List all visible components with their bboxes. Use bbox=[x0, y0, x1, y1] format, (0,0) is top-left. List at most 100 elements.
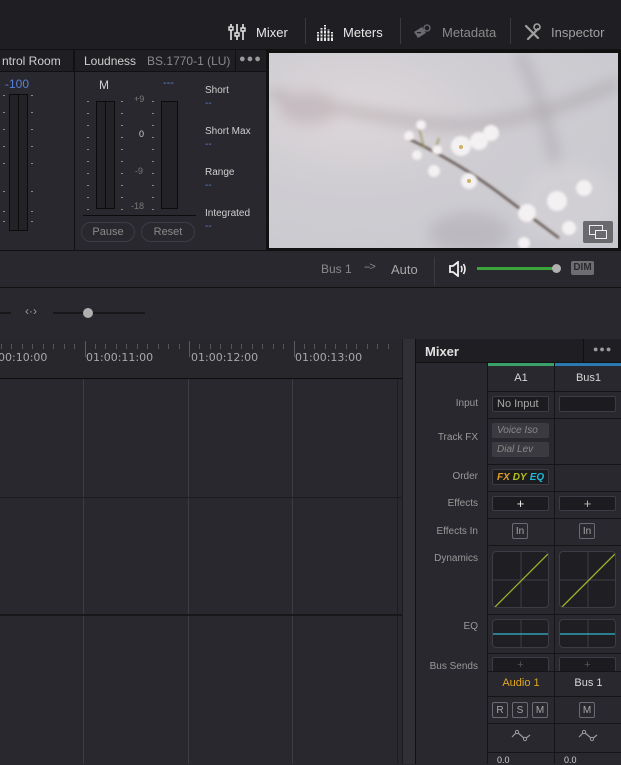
zoom-slider-knob[interactable] bbox=[82, 308, 93, 318]
meter-tick bbox=[3, 112, 5, 113]
timeline-vertical-scrollbar[interactable] bbox=[402, 339, 415, 764]
loudness-title: Loudness bbox=[84, 53, 137, 68]
meter-tick bbox=[152, 173, 154, 174]
dynamics-graph-bus1[interactable] bbox=[559, 551, 616, 608]
toolbar-metadata-button[interactable]: Metadata bbox=[412, 18, 496, 46]
ruler-tick bbox=[147, 344, 149, 349]
row-label-track-fx: Track FX bbox=[437, 432, 478, 443]
meter-tick bbox=[3, 129, 5, 130]
ruler-tick bbox=[189, 341, 190, 357]
timecode-label: 01:00:12:00 bbox=[191, 351, 259, 364]
effects-in-toggle-a1[interactable]: In bbox=[512, 523, 528, 539]
meter-tick bbox=[152, 149, 154, 150]
loudness-integrated-value: -- bbox=[205, 221, 212, 232]
add-effect-button-a1[interactable]: + bbox=[492, 496, 549, 511]
bus-send-add-a1[interactable]: + bbox=[492, 657, 549, 671]
channel-header-bus1[interactable]: Bus1 bbox=[555, 372, 621, 384]
meter-tick bbox=[121, 113, 123, 114]
meter-tick bbox=[87, 137, 89, 138]
meters-bars-icon bbox=[317, 25, 333, 41]
input-select-a1[interactable]: No Input bbox=[492, 396, 549, 412]
dynamics-graph-a1[interactable] bbox=[492, 551, 549, 608]
meter-tick bbox=[121, 125, 123, 126]
ruler-tick bbox=[283, 344, 285, 349]
ruler-tick bbox=[387, 344, 389, 349]
monitor-mode-label[interactable]: Auto bbox=[391, 262, 418, 277]
meter-tick bbox=[3, 211, 5, 212]
ruler-tick bbox=[324, 344, 326, 349]
timeline[interactable]: 00:10:00 01:00:11:00 01:00:12:00 01:00:1… bbox=[0, 339, 402, 764]
monitor-volume-slider[interactable] bbox=[477, 264, 562, 273]
toolbar-inspector-button[interactable]: Inspector bbox=[523, 18, 604, 46]
meter-tick bbox=[121, 161, 123, 162]
meter-tick bbox=[121, 137, 123, 138]
meter-tick bbox=[152, 197, 154, 198]
automation-curve-icon[interactable] bbox=[511, 729, 531, 743]
speaker-volume-icon[interactable] bbox=[449, 261, 467, 277]
control-room-title: ntrol Room bbox=[2, 53, 61, 68]
ruler-tick bbox=[32, 344, 34, 349]
eq-graph-a1[interactable] bbox=[492, 619, 549, 648]
ruler-tick bbox=[314, 344, 316, 349]
processing-order-button[interactable]: FX DY EQ bbox=[492, 469, 549, 485]
loudness-integrated-label: Integrated bbox=[205, 208, 251, 219]
loudness-short-value: -- bbox=[205, 98, 212, 109]
timecode-label: 01:00:13:00 bbox=[295, 351, 363, 364]
video-viewer[interactable] bbox=[266, 50, 621, 250]
meter-tick bbox=[87, 113, 89, 114]
meters-panel: ntrol Room -100 Loudness BS.1770-1 (LU) … bbox=[0, 50, 266, 250]
meter-tick bbox=[152, 125, 154, 126]
timeline-zoom-bar: ‹·› bbox=[0, 289, 621, 339]
bus-send-add-bus1[interactable]: + bbox=[559, 657, 616, 671]
ruler-tick bbox=[335, 344, 337, 349]
input-select-bus1[interactable] bbox=[559, 396, 616, 412]
loudness-more-dots-icon[interactable]: ●●● bbox=[239, 53, 262, 65]
picture-in-picture-icon[interactable] bbox=[583, 221, 613, 243]
record-arm-button[interactable]: R bbox=[492, 702, 508, 718]
loudness-standard-select[interactable]: BS.1770-1 (LU) bbox=[147, 54, 230, 68]
solo-button[interactable]: S bbox=[512, 702, 528, 718]
ruler-tick bbox=[21, 344, 23, 349]
ruler-tick bbox=[11, 344, 13, 349]
track-fx-slot[interactable]: Dial Lev bbox=[492, 442, 549, 457]
effects-in-toggle-bus1[interactable]: In bbox=[579, 523, 595, 539]
loudness-short-max-label: Short Max bbox=[205, 126, 251, 137]
channel-color-bus1 bbox=[555, 363, 621, 366]
mixer-title: Mixer bbox=[425, 344, 459, 359]
mixer-more-dots-icon[interactable]: ●●● bbox=[593, 344, 612, 354]
track-fx-slot[interactable]: Voice Iso bbox=[492, 423, 549, 438]
track-name-a1[interactable]: Audio 1 bbox=[488, 677, 554, 689]
toolbar-mixer-button[interactable]: Mixer bbox=[228, 18, 288, 46]
timeline-zoom-slider[interactable] bbox=[53, 308, 145, 318]
ruler-tick bbox=[209, 344, 211, 349]
loudness-reset-button[interactable]: Reset bbox=[141, 222, 195, 242]
meter-tick bbox=[31, 163, 33, 164]
meter-tick bbox=[87, 173, 89, 174]
loudness-pause-button[interactable]: Pause bbox=[81, 222, 135, 242]
dim-button[interactable]: DIM bbox=[571, 261, 594, 275]
ruler-tick bbox=[126, 344, 128, 349]
row-label-effects-in: Effects In bbox=[436, 526, 478, 537]
ruler-tick bbox=[63, 344, 65, 349]
control-room-meter-right bbox=[18, 94, 28, 231]
volume-slider-knob[interactable] bbox=[552, 264, 562, 273]
meter-tick bbox=[31, 146, 33, 147]
automation-curve-icon[interactable] bbox=[578, 729, 598, 743]
row-label-bus-sends: Bus Sends bbox=[429, 661, 478, 672]
loudness-m-value: --- bbox=[163, 77, 174, 89]
loudness-scale-minus9: -9 bbox=[135, 166, 144, 176]
mute-button-bus1[interactable]: M bbox=[579, 702, 595, 718]
timeline-ruler[interactable]: 00:10:00 01:00:11:00 01:00:12:00 01:00:1… bbox=[0, 339, 402, 379]
mute-button-a1[interactable]: M bbox=[532, 702, 548, 718]
timecode-label: 01:00:11:00 bbox=[86, 351, 154, 364]
meter-tick bbox=[121, 185, 123, 186]
toolbar-meters-button[interactable]: Meters bbox=[317, 18, 383, 46]
meter-tick bbox=[87, 101, 89, 102]
order-fx: FX bbox=[497, 471, 510, 483]
channel-header-a1[interactable]: A1 bbox=[488, 372, 554, 384]
eq-graph-bus1[interactable] bbox=[559, 619, 616, 648]
add-effect-button-bus1[interactable]: + bbox=[559, 496, 616, 511]
track-name-bus1[interactable]: Bus 1 bbox=[555, 677, 621, 689]
monitor-bus-label[interactable]: Bus 1 bbox=[321, 262, 352, 276]
order-eq: EQ bbox=[529, 471, 545, 483]
